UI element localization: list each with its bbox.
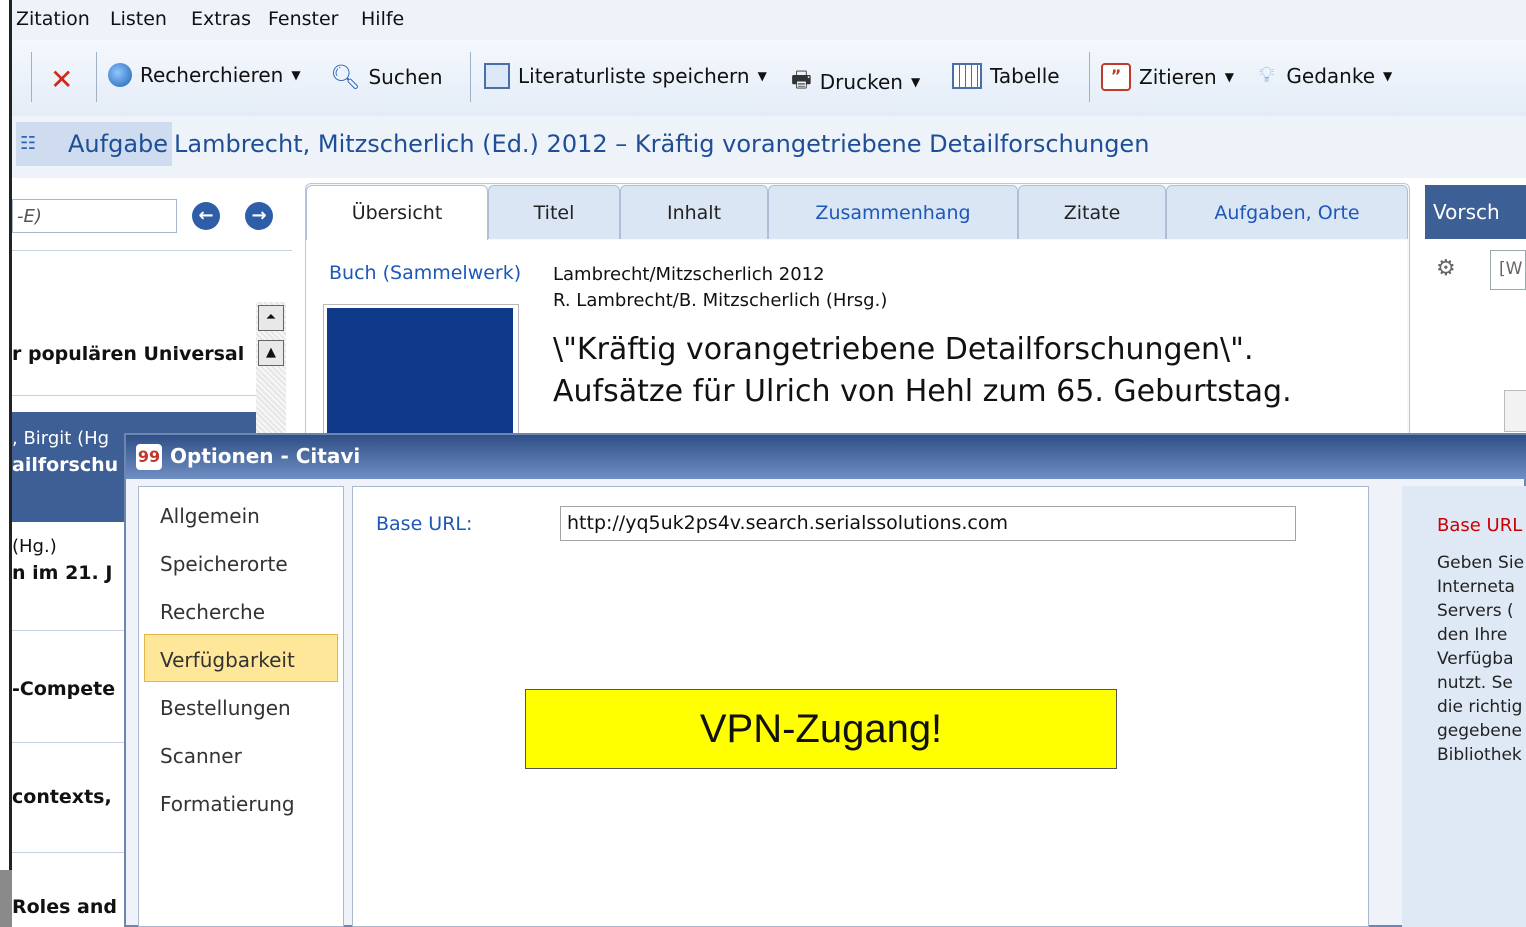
chevron-down-icon[interactable]: ▼ xyxy=(1225,70,1234,84)
reference-title: Lambrecht, Mitzscherlich (Ed.) 2012 – Kr… xyxy=(174,130,1150,158)
print-button[interactable]: 🖶 Drucken ▼ xyxy=(791,63,920,101)
research-label: Recherchieren xyxy=(140,63,284,87)
scroll-top-button[interactable]: ⏶ xyxy=(258,305,284,331)
menu-listen[interactable]: Listen xyxy=(110,8,167,30)
menu-bar: Zitation Listen Extras Fenster Hilfe xyxy=(12,0,1526,40)
window-edge-shadow xyxy=(0,870,12,927)
browser-icon[interactable] xyxy=(1504,390,1526,432)
help-text: Geben Sie Interneta Servers ( den Ihre V… xyxy=(1437,551,1526,767)
cite-label: Zitieren xyxy=(1139,65,1217,89)
nav-research[interactable]: Recherche xyxy=(160,600,265,624)
help-line: den Ihre xyxy=(1437,625,1508,645)
list-item-author: (Hg.) xyxy=(12,536,57,557)
search-button[interactable]: 🔍︎ Suchen xyxy=(330,63,443,91)
toolbar-separator xyxy=(470,52,471,102)
help-line: Verfügba xyxy=(1437,649,1514,669)
toolbar-separator xyxy=(96,52,97,102)
tab-tasks-places[interactable]: Aufgaben, Orte xyxy=(1166,185,1408,239)
window-edge xyxy=(0,0,12,927)
chevron-down-icon[interactable]: ▼ xyxy=(758,69,767,83)
thought-button[interactable]: 💡︎ Gedanke ▼ xyxy=(1259,63,1392,88)
chevron-down-icon[interactable]: ▼ xyxy=(1383,69,1392,83)
help-line: Interneta xyxy=(1437,577,1515,597)
scroll-up-button[interactable]: ▲ xyxy=(258,340,284,366)
globe-search-icon xyxy=(108,63,132,87)
help-line: Bibliothek xyxy=(1437,745,1522,765)
tasks-label[interactable]: Aufgabe xyxy=(68,130,168,158)
help-line: Servers ( xyxy=(1437,601,1514,621)
preview-field[interactable]: [W xyxy=(1490,250,1526,290)
short-title: Lambrecht/Mitzscherlich 2012 xyxy=(553,264,825,285)
nav-formatting[interactable]: Formatierung xyxy=(160,792,295,816)
save-list-label: Literaturliste speichern xyxy=(518,64,750,88)
list-item-title[interactable]: n im 21. J xyxy=(12,562,112,584)
toolbar-separator xyxy=(31,52,32,102)
delete-button[interactable]: ✕ xyxy=(50,63,73,96)
table-label: Tabelle xyxy=(990,64,1060,88)
menu-fenster[interactable]: Fenster xyxy=(268,8,338,30)
divider xyxy=(12,395,256,396)
help-title: Base URL xyxy=(1437,515,1523,536)
chevron-down-icon[interactable]: ▼ xyxy=(291,68,300,82)
toolbar-separator xyxy=(1089,52,1090,102)
list-item[interactable]: r populären Universal xyxy=(12,343,244,365)
divider xyxy=(12,250,292,251)
table-button[interactable]: Tabelle xyxy=(952,63,1060,89)
save-list-button[interactable]: Literaturliste speichern ▼ xyxy=(484,63,767,89)
vpn-callout: VPN-Zugang! xyxy=(525,689,1117,769)
chevron-down-icon[interactable]: ▼ xyxy=(911,75,920,89)
lightbulb-icon: 💡︎ xyxy=(1259,63,1275,88)
nav-general[interactable]: Allgemein xyxy=(160,504,260,528)
book-cover-image[interactable] xyxy=(327,308,513,434)
book-title-line-1: \"Kräftig vorangetriebene Detailforschun… xyxy=(553,332,1254,367)
nav-storage[interactable]: Speicherorte xyxy=(160,552,288,576)
list-item[interactable]: contexts, xyxy=(12,786,112,808)
list-item[interactable]: -Compete xyxy=(12,678,115,700)
table-icon xyxy=(952,63,982,89)
back-arrow-icon[interactable]: ← xyxy=(192,202,220,230)
dialog-title: Optionen - Citavi xyxy=(170,444,361,468)
base-url-label: Base URL: xyxy=(376,513,473,535)
list-item-title: ailforschu xyxy=(12,454,119,476)
list-icon xyxy=(484,63,510,89)
search-icon: 🔍︎ xyxy=(330,63,361,91)
editors: R. Lambrecht/B. Mitzscherlich (Hrsg.) xyxy=(553,290,888,311)
tab-content[interactable]: Inhalt xyxy=(620,185,768,239)
tab-context[interactable]: Zusammenhang xyxy=(768,185,1018,239)
tasks-icon: ☷ xyxy=(20,133,37,154)
help-line: nutzt. Se xyxy=(1437,673,1513,693)
quote-icon: ” xyxy=(1101,63,1131,91)
tab-preview[interactable]: Vorsch xyxy=(1425,185,1526,239)
research-button[interactable]: Recherchieren ▼ xyxy=(108,63,301,87)
gear-icon[interactable]: ⚙ xyxy=(1436,256,1456,281)
list-item[interactable]: Roles and xyxy=(12,896,117,918)
menu-hilfe[interactable]: Hilfe xyxy=(361,8,404,30)
menu-extras[interactable]: Extras xyxy=(191,8,251,30)
reference-type-link[interactable]: Buch (Sammelwerk) xyxy=(329,262,521,284)
list-item-author: , Birgit (Hg xyxy=(12,428,110,449)
help-line: die richtig xyxy=(1437,697,1523,717)
nav-scanner[interactable]: Scanner xyxy=(160,744,242,768)
menu-zitation[interactable]: Zitation xyxy=(16,8,90,30)
tab-overview[interactable]: Übersicht xyxy=(306,185,488,242)
cite-button[interactable]: ” Zitieren ▼ xyxy=(1101,63,1234,91)
search-label: Suchen xyxy=(368,65,443,89)
thought-label: Gedanke xyxy=(1286,63,1376,88)
close-icon: ✕ xyxy=(50,63,74,96)
citavi-logo-icon: 99 xyxy=(136,444,162,470)
help-line: gegebene xyxy=(1437,721,1522,741)
printer-icon: 🖶 xyxy=(791,68,812,93)
forward-arrow-icon[interactable]: → xyxy=(245,202,273,230)
quick-search-input[interactable]: -E) xyxy=(12,199,177,233)
help-line: Geben Sie xyxy=(1437,553,1525,573)
tab-quotations[interactable]: Zitate xyxy=(1018,185,1166,239)
base-url-input[interactable]: http://yq5uk2ps4v.search.serialssolution… xyxy=(560,506,1296,541)
tab-title[interactable]: Titel xyxy=(488,185,620,239)
book-title-line-2: Aufsätze für Ulrich von Hehl zum 65. Geb… xyxy=(553,374,1292,409)
nav-availability[interactable]: Verfügbarkeit xyxy=(160,648,295,672)
nav-orders[interactable]: Bestellungen xyxy=(160,696,291,720)
print-label: Drucken xyxy=(819,70,903,94)
